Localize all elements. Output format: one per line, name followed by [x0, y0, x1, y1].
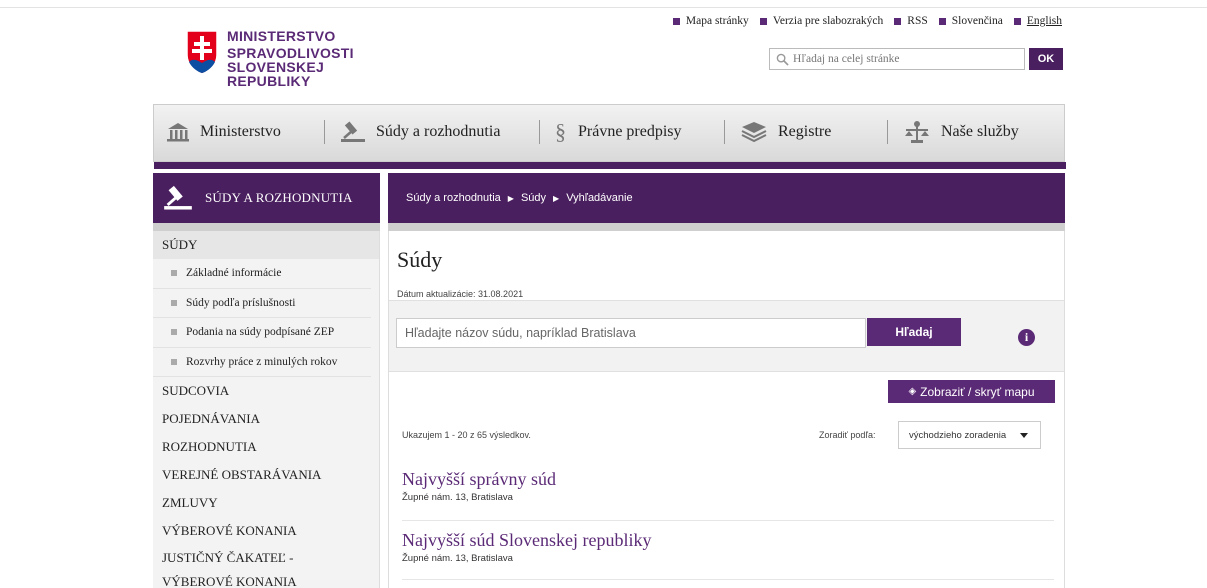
list-item: Najvyšší súd Slovenskej republiky Župné …: [402, 530, 1054, 580]
site-search-button[interactable]: OK: [1029, 48, 1063, 70]
building-icon: [167, 123, 189, 142]
bullet-icon: [171, 270, 177, 277]
stack-icon: [741, 122, 767, 143]
sidebar-item-justicny-cakatel[interactable]: JUSTIČNÝ ČAKATEĽ -: [153, 545, 379, 571]
nav-item-sudy[interactable]: Súdy a rozhodnutia: [340, 117, 500, 147]
nav-separator: [887, 120, 888, 144]
toggle-map-button[interactable]: ◈ Zobraziť / skryť mapu: [888, 380, 1055, 403]
utility-links: Mapa stránky Verzia pre slabozrakých RSS…: [672, 15, 1062, 27]
bullet-icon: [759, 17, 767, 25]
link-low-vision[interactable]: Verzia pre slabozrakých: [759, 15, 883, 27]
caret-down-icon: [1020, 433, 1028, 438]
gavel-icon: [164, 185, 192, 210]
court-address: Župné nám. 13, Bratislava: [402, 553, 513, 564]
sidebar-header: SÚDY A ROZHODNUTIA: [153, 173, 380, 223]
logo-line-2: SPRAVODLIVOSTI: [227, 45, 354, 61]
sort-label: Zoradiť podľa:: [819, 430, 876, 440]
sidebar-item-pojednavania[interactable]: POJEDNÁVANIA: [153, 405, 379, 433]
court-address: Župné nám. 13, Bratislava: [402, 492, 513, 503]
court-search-placeholder: Hľadajte názov súdu, napríklad Bratislav…: [405, 326, 636, 340]
nav-item-pravne-predpisy[interactable]: § Právne predpisy: [555, 117, 682, 147]
bullet-icon: [171, 329, 177, 336]
page-title: Súdy: [397, 247, 443, 272]
sidebar-subitem[interactable]: Rozvrhy práce z minulých rokov: [153, 348, 371, 377]
sidebar-item-rozhodnutia[interactable]: ROZHODNUTIA: [153, 433, 379, 461]
nav-separator: [324, 120, 325, 144]
update-date: Dátum aktualizácie: 31.08.2021: [397, 289, 524, 299]
site-search-placeholder: Hľadaj na celej stránke: [793, 53, 900, 65]
sidebar-header-underline: [153, 223, 380, 231]
eye-slash-icon: ◈: [908, 386, 917, 397]
nav-accent-bar: [154, 162, 1066, 169]
sidebar-item-sudcovia[interactable]: SUDCOVIA: [153, 377, 379, 405]
court-search-input[interactable]: Hľadajte názov súdu, napríklad Bratislav…: [396, 318, 866, 348]
scales-icon: [905, 121, 929, 143]
sidebar-item-vyberove-konania[interactable]: VÝBEROVÉ KONANIA: [153, 517, 379, 545]
site-search-input[interactable]: Hľadaj na celej stránke: [769, 48, 1025, 70]
link-sitemap[interactable]: Mapa stránky: [672, 15, 749, 27]
court-search-button[interactable]: Hľadaj: [867, 318, 961, 346]
bullet-icon: [1013, 17, 1021, 25]
sidebar-title: SÚDY A ROZHODNUTIA: [205, 190, 353, 205]
chevron-right-icon: ▶: [507, 193, 514, 203]
breadcrumb-underline: [388, 223, 1065, 231]
main-navigation: Ministerstvo Súdy a rozhodnutia § Právne…: [153, 104, 1066, 169]
result-count: Ukazujem 1 - 20 z 65 výsledkov.: [402, 430, 531, 440]
sidebar-subitem[interactable]: Podania na súdy podpísané ZEP: [153, 318, 371, 348]
nav-item-ministerstvo[interactable]: Ministerstvo: [166, 117, 281, 147]
logo-text: MINISTERSTVO SPRAVODLIVOSTI SLOVENSKEJ R…: [227, 29, 354, 88]
main-content: Súdy Dátum aktualizácie: 31.08.2021 Hľad…: [388, 231, 1065, 588]
gavel-icon: [341, 121, 365, 142]
sidebar-subitem[interactable]: Súdy podľa príslušnosti: [153, 289, 371, 318]
chevron-right-icon: ▶: [553, 193, 560, 203]
breadcrumb-item-current: Vyhľadávanie: [566, 192, 633, 204]
paragraph-icon: §: [555, 119, 566, 144]
logo-line-3: SLOVENSKEJ REPUBLIKY: [227, 59, 325, 89]
sort-select[interactable]: východzieho zoradenia: [898, 421, 1041, 449]
breadcrumb-item[interactable]: Súdy: [521, 192, 546, 204]
logo-line-1: MINISTERSTVO: [227, 28, 336, 44]
sidebar-item-sudy[interactable]: SÚDY: [153, 231, 379, 259]
link-lang-en[interactable]: English: [1013, 15, 1062, 27]
court-name-link[interactable]: Najvyšší správny súd: [402, 469, 1054, 490]
sidebar-subitem[interactable]: Základné informácie: [153, 259, 371, 289]
sidebar-item-zmluvy[interactable]: ZMLUVY: [153, 489, 379, 517]
sidebar-menu: SÚDY Základné informácie Súdy podľa prís…: [153, 231, 380, 588]
search-icon: [776, 53, 789, 66]
nav-item-nase-sluzby[interactable]: Naše služby: [903, 117, 1019, 147]
info-icon[interactable]: i: [1018, 329, 1035, 346]
nav-item-registre[interactable]: Registre: [740, 117, 831, 147]
breadcrumb-item[interactable]: Súdy a rozhodnutia: [406, 192, 501, 204]
sidebar-item-justicny-cakatel-cont[interactable]: VÝBEROVÉ KONANIA: [153, 571, 379, 588]
bullet-icon: [171, 299, 177, 306]
bullet-icon: [938, 17, 946, 25]
page-wrapper: MINISTERSTVO SPRAVODLIVOSTI SLOVENSKEJ R…: [153, 0, 1066, 588]
link-lang-sk[interactable]: Slovenčina: [938, 15, 1003, 27]
list-item: Najvyšší správny súd Župné nám. 13, Brat…: [402, 469, 1054, 521]
court-name-link[interactable]: Najvyšší súd Slovenskej republiky: [402, 530, 1054, 551]
slovak-coat-of-arms-icon: [186, 30, 218, 75]
bullet-icon: [672, 17, 680, 25]
nav-separator: [724, 120, 725, 144]
court-search-panel: Hľadajte názov súdu, napríklad Bratislav…: [389, 300, 1064, 372]
nav-separator: [539, 120, 540, 144]
bullet-icon: [894, 17, 902, 25]
breadcrumb: Súdy a rozhodnutia ▶ Súdy ▶ Vyhľadávanie: [388, 173, 1065, 223]
bullet-icon: [171, 358, 177, 365]
sidebar-item-verejne-obstaravania[interactable]: VEREJNÉ OBSTARÁVANIA: [153, 461, 379, 489]
link-rss[interactable]: RSS: [894, 15, 928, 27]
